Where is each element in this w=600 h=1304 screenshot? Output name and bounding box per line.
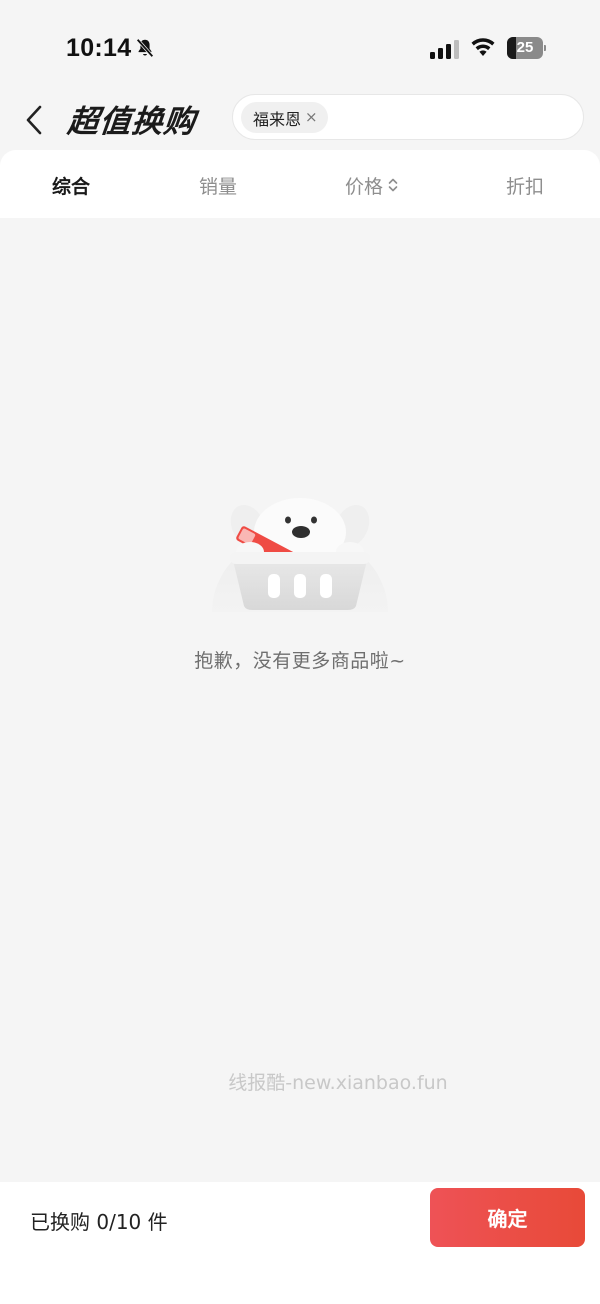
search-chip-label: 福来恩 [253, 109, 302, 129]
tab-label: 价格 [345, 175, 384, 198]
sort-tabs: 综合 销量 价格 折扣 [0, 150, 600, 218]
tab-label: 销量 [199, 175, 238, 198]
tab-discount[interactable]: 折扣 [506, 170, 544, 200]
sort-arrows-icon [388, 178, 398, 192]
tab-comprehensive[interactable]: 综合 [52, 170, 90, 200]
empty-basket-dog-illustration [212, 498, 388, 612]
tab-label: 折扣 [506, 175, 545, 198]
empty-state-message: 抱歉，没有更多商品啦~ [194, 650, 406, 672]
tab-price[interactable]: 价格 [345, 170, 399, 200]
bottom-bar: 已换购 0/10 件 确定 [0, 1182, 600, 1304]
search-box[interactable]: 福来恩 × [232, 94, 584, 140]
battery-level: 25 [516, 39, 534, 56]
status-bar: 10:14 25 [0, 0, 600, 92]
battery-icon: 25 [507, 37, 546, 59]
close-icon[interactable]: × [305, 110, 318, 125]
purchased-count: 已换购 0/10 件 [30, 1210, 168, 1234]
back-button[interactable] [18, 100, 50, 140]
tab-label: 综合 [52, 175, 91, 198]
header: 超值换购 福来恩 × [0, 92, 600, 148]
confirm-button[interactable]: 确定 [430, 1188, 585, 1247]
tab-sales[interactable]: 销量 [199, 170, 237, 200]
page-title: 超值换购 [65, 104, 198, 140]
watermark: 线报酷-new.xianbao.fun [228, 1072, 448, 1094]
status-time: 10:14 [66, 34, 132, 62]
wifi-icon [471, 38, 495, 56]
bell-muted-icon [136, 38, 154, 58]
chevron-left-icon [26, 105, 42, 135]
search-filter-chip[interactable]: 福来恩 × [241, 102, 328, 133]
signal-icon [430, 40, 459, 59]
